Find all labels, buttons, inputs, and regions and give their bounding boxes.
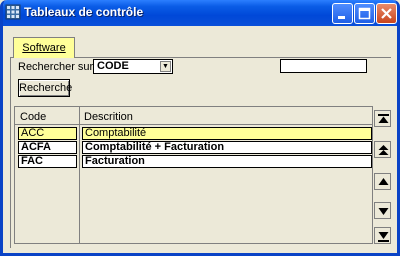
table-row-code[interactable]: ACFA	[18, 141, 77, 154]
search-input[interactable]	[280, 59, 367, 73]
table-row-description[interactable]: Comptabilité + Facturation	[82, 141, 372, 154]
table-row-description[interactable]: Facturation	[82, 155, 372, 168]
title-bar[interactable]: Tableaux de contrôle	[3, 0, 397, 26]
row-navigation-bar	[374, 106, 391, 244]
search-field-value: CODE	[97, 60, 129, 72]
chevron-down-icon[interactable]: ▼	[160, 61, 171, 72]
main-window: Tableaux de contrôle Software Rechercher…	[0, 0, 400, 256]
tab-software[interactable]: Software	[13, 37, 75, 58]
search-field-label: Rechercher sur	[18, 61, 94, 73]
search-field-select[interactable]: CODE ▼	[93, 59, 173, 74]
app-grid-icon	[5, 4, 21, 20]
close-button[interactable]	[376, 3, 397, 24]
header-divider	[15, 124, 372, 125]
minimize-icon	[338, 16, 345, 19]
column-header-code[interactable]: Code	[20, 111, 46, 123]
table-row-description[interactable]: Comptabilité	[82, 127, 372, 140]
previous-row-button[interactable]	[374, 173, 391, 190]
arrow-up-icon	[378, 178, 389, 185]
search-button[interactable]: Recherche	[18, 79, 72, 97]
close-icon	[381, 8, 392, 19]
first-row-button[interactable]	[374, 110, 391, 127]
last-row-button[interactable]	[374, 227, 391, 244]
table-row-code[interactable]: FAC	[18, 155, 77, 168]
window-title: Tableaux de contrôle	[24, 5, 144, 19]
minimize-button[interactable]	[332, 3, 353, 24]
table-row-code[interactable]: ACC	[18, 127, 77, 140]
maximize-button[interactable]	[354, 3, 375, 24]
column-header-description[interactable]: Descrition	[84, 111, 133, 123]
arrow-down-icon	[378, 208, 389, 215]
column-divider	[79, 107, 80, 243]
next-row-button[interactable]	[374, 202, 391, 219]
page-up-button[interactable]	[374, 141, 391, 158]
data-table: Code Descrition ACC Comptabilité ACFA Co…	[14, 106, 373, 244]
last-row-icon	[378, 232, 389, 242]
page-up-icon	[378, 145, 389, 155]
maximize-icon	[358, 7, 371, 20]
first-row-icon	[378, 114, 389, 123]
